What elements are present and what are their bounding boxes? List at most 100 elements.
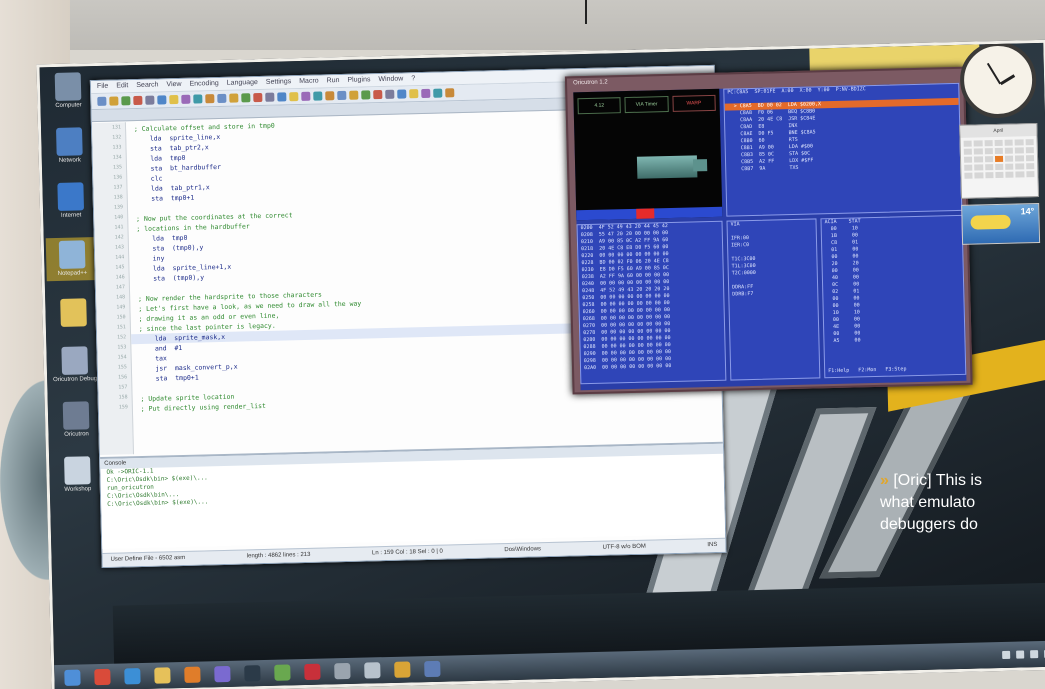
toolbar-button-icon[interactable]: [97, 96, 107, 106]
calendar-day[interactable]: [974, 156, 983, 163]
calendar-day[interactable]: [974, 164, 983, 171]
calendar-day[interactable]: [963, 148, 973, 155]
toolbar-button-icon[interactable]: [277, 92, 287, 102]
calendar-day[interactable]: [974, 148, 983, 155]
calendar-day[interactable]: [1015, 147, 1024, 154]
media-icon[interactable]: [184, 666, 201, 683]
toolbar-button-icon[interactable]: [289, 92, 299, 102]
desktop-shortcut[interactable]: Workshop: [51, 456, 104, 494]
desktop-shortcut[interactable]: Oricutron: [50, 401, 103, 439]
calendar-day[interactable]: [964, 164, 973, 171]
chrome-icon[interactable]: [94, 668, 111, 686]
calendar-day[interactable]: [994, 147, 1004, 155]
toolbar-button-icon[interactable]: [241, 93, 251, 103]
toolbar-button-icon[interactable]: [325, 91, 335, 101]
toolbar-button-icon[interactable]: [157, 95, 167, 105]
start-button-icon[interactable]: [64, 669, 81, 686]
calendar-day[interactable]: [995, 171, 1004, 179]
menu-item[interactable]: Edit: [116, 82, 128, 90]
menu-item[interactable]: Encoding: [189, 80, 218, 89]
folder-icon[interactable]: [154, 667, 171, 684]
toolbar-button-icon[interactable]: [229, 93, 239, 103]
network-icon[interactable]: [364, 662, 381, 679]
calendar-day[interactable]: [1025, 147, 1034, 154]
toolbar-button-icon[interactable]: [361, 90, 371, 100]
desktop-shortcut[interactable]: Notepad++: [45, 236, 99, 282]
emulator-icon[interactable]: [304, 663, 321, 681]
calendar-day[interactable]: [1005, 171, 1014, 178]
terminal-icon[interactable]: [244, 665, 261, 682]
calendar-day[interactable]: [1025, 163, 1035, 170]
menu-item[interactable]: Language: [227, 79, 258, 88]
menu-item[interactable]: Macro: [299, 78, 319, 86]
toolbar-button-icon[interactable]: [109, 96, 119, 106]
calendar-day[interactable]: [974, 172, 984, 179]
calendar-day[interactable]: [1004, 147, 1014, 154]
toolbar-button-icon[interactable]: [133, 95, 143, 106]
debugger-icon[interactable]: [424, 660, 441, 678]
calendar-day[interactable]: [995, 163, 1004, 171]
calendar-day[interactable]: [1025, 155, 1035, 162]
toolbar-button-icon[interactable]: [445, 88, 455, 98]
memory-panel[interactable]: 0200 4F 52 49 43 20 44 45 42 0208 55 47 2…: [576, 220, 727, 385]
menu-item[interactable]: Settings: [266, 78, 291, 87]
toolbar-button-icon[interactable]: [169, 94, 179, 105]
register-panel[interactable]: ACIA STAT 00 10 1B 00 C8 01 01 00 00 00 …: [820, 214, 967, 379]
desktop-shortcut[interactable]: [47, 298, 100, 329]
desktop-shortcut[interactable]: Internet: [44, 182, 97, 220]
calendar-day[interactable]: [984, 172, 994, 179]
menu-item[interactable]: View: [166, 81, 181, 89]
desktop-shortcut[interactable]: Oricutron Debug: [48, 346, 101, 384]
toolbar-button-icon[interactable]: [181, 94, 191, 104]
toolbar-button-icon[interactable]: [397, 89, 407, 99]
calendar-day[interactable]: [963, 156, 973, 163]
toolbar-button-icon[interactable]: [409, 89, 419, 99]
calendar-day[interactable]: [964, 172, 973, 179]
via-panel[interactable]: VIA IFR:00 IER:C0 T1C:3C00 T1L:3C00 T2C:0000 D…: [726, 218, 821, 381]
toolbar-button-icon[interactable]: [145, 95, 155, 105]
disassembly-panel[interactable]: PC:C8A5 SP:01FE A:00 X:00 Y:00 P:NV-BDIZ…: [723, 82, 963, 217]
calendar-day[interactable]: [984, 140, 993, 147]
desktop-shortcut[interactable]: Network: [43, 127, 96, 165]
calendar-today[interactable]: [994, 155, 1004, 163]
emulator-window[interactable]: Oricutron 1.2 4.12 VIA Timer WARP PC:C8A5 …: [564, 66, 973, 395]
debug-row[interactable]: DDRB:F7: [729, 289, 817, 298]
menu-item[interactable]: Plugins: [347, 76, 370, 85]
calendar-day[interactable]: [1015, 171, 1025, 178]
toolbar-button-icon[interactable]: [349, 90, 359, 100]
editor-icon[interactable]: [274, 664, 291, 681]
settings-icon[interactable]: [334, 662, 351, 680]
calendar-day[interactable]: [1004, 139, 1014, 146]
toolbar-button-icon[interactable]: [373, 89, 383, 100]
toolbar-button-icon[interactable]: [205, 94, 215, 104]
calendar-day[interactable]: [984, 164, 994, 171]
toolbar-button-icon[interactable]: [301, 91, 311, 101]
calendar-day[interactable]: [973, 140, 983, 147]
desktop-shortcut[interactable]: Computer: [42, 72, 95, 110]
calendar-day[interactable]: [1015, 163, 1025, 170]
calendar-day[interactable]: [963, 140, 973, 147]
toolbar-button-icon[interactable]: [385, 89, 395, 99]
paint-icon[interactable]: [394, 661, 411, 678]
calendar-day[interactable]: [1026, 171, 1035, 178]
toolbar-button-icon[interactable]: [421, 88, 431, 99]
calendar-day[interactable]: [1005, 163, 1014, 170]
calendar-day[interactable]: [984, 148, 993, 155]
calendar-day[interactable]: [1025, 139, 1034, 146]
app-icon[interactable]: [214, 665, 231, 683]
menu-item[interactable]: Window: [378, 75, 403, 84]
toolbar-button-icon[interactable]: [193, 94, 203, 104]
menu-item[interactable]: Search: [136, 81, 158, 90]
toolbar-button-icon[interactable]: [121, 96, 131, 106]
toolbar-button-icon[interactable]: [433, 88, 443, 98]
toolbar-button-icon[interactable]: [337, 90, 347, 101]
calendar-day[interactable]: [1005, 155, 1014, 162]
toolbar-button-icon[interactable]: [217, 93, 227, 104]
browser-icon[interactable]: [124, 668, 141, 685]
menu-item[interactable]: File: [97, 83, 108, 91]
toolbar-button-icon[interactable]: [253, 92, 263, 103]
toolbar-button-icon[interactable]: [265, 92, 275, 102]
calendar-day[interactable]: [994, 139, 1003, 147]
toolbar-button-icon[interactable]: [313, 91, 323, 101]
menu-item[interactable]: Run: [327, 77, 340, 85]
